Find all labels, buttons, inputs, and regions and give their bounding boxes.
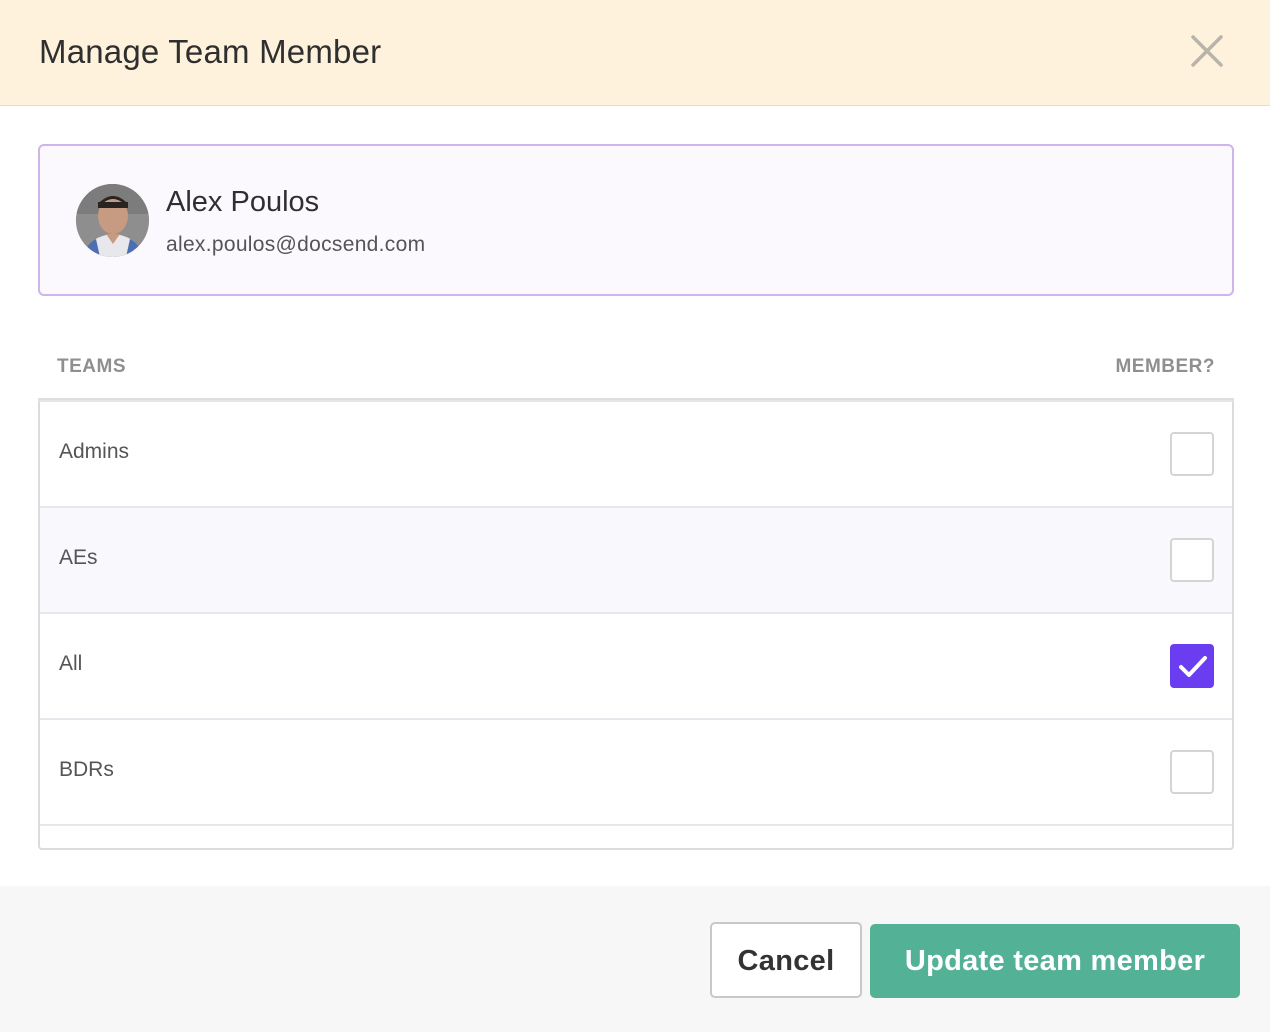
member-checkbox[interactable]: [1170, 538, 1214, 582]
team-label: BDRs: [59, 758, 114, 781]
modal-title: Manage Team Member: [39, 33, 382, 70]
member-checkbox[interactable]: [1170, 644, 1214, 688]
modal-footer: Cancel Update team member: [0, 886, 1270, 1032]
team-row-admins[interactable]: Admins: [40, 402, 1232, 508]
user-email: alex.poulos@docsend.com: [166, 233, 426, 256]
cancel-button[interactable]: Cancel: [710, 922, 862, 998]
team-label: All: [59, 652, 83, 675]
update-team-member-button[interactable]: Update team member: [870, 924, 1240, 998]
team-row-bdrs[interactable]: BDRs: [40, 720, 1232, 826]
member-column-header: MEMBER?: [1115, 356, 1215, 377]
close-icon[interactable]: [1186, 30, 1228, 72]
team-label: AEs: [59, 546, 98, 569]
member-checkbox[interactable]: [1170, 750, 1214, 794]
team-row-all[interactable]: All: [40, 614, 1232, 720]
manage-team-member-modal: Manage Team Member Alex Poulos alex.poul…: [0, 0, 1270, 1032]
user-name: Alex Poulos: [166, 186, 320, 218]
team-row-aes[interactable]: AEs: [40, 508, 1232, 614]
avatar: [76, 184, 149, 257]
teams-column-header: TEAMS: [57, 356, 126, 377]
team-label: Admins: [59, 440, 130, 463]
user-card: Alex Poulos alex.poulos@docsend.com: [38, 144, 1234, 296]
member-checkbox[interactable]: [1170, 432, 1214, 476]
modal-header: Manage Team Member: [0, 0, 1270, 106]
checkmark-icon: [1179, 656, 1207, 677]
team-list[interactable]: Admins AEs All BDRs: [38, 400, 1234, 850]
